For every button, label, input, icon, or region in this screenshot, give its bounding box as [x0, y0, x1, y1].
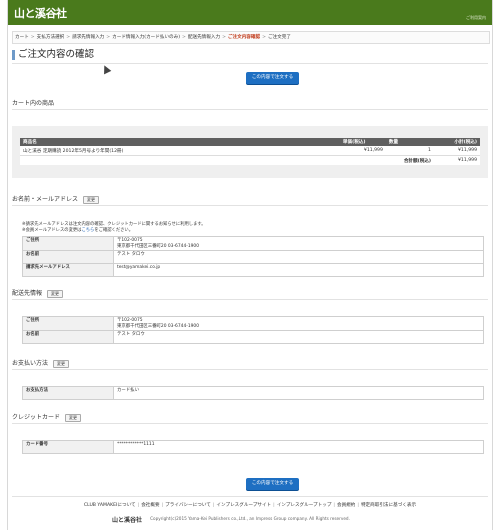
delivery-name-label: お名前 [22, 330, 114, 345]
divider [12, 369, 488, 370]
address-value: 〒102-0075 東京都千代田区三番町20 03-6744-1900 [113, 235, 484, 252]
name-email-title-text: お名前・メールアドレス [12, 196, 79, 203]
table-row: ご住所 〒102-0075 東京都千代田区三番町20 03-6744-1900 [22, 235, 484, 252]
table-row: お名前 テスト タロウ [22, 330, 484, 345]
page-title: ご注文内容の確認 [12, 50, 94, 60]
breadcrumb-step: 請求先情報入力 [72, 35, 105, 40]
delivery-table: ご住所 〒102-0075 東京都千代田区三番町20 03-6744-1900 お… [22, 315, 484, 345]
footer-link[interactable]: 会員規約 [337, 503, 355, 508]
divider [12, 63, 488, 64]
total-label: 合計額(税込) [385, 155, 434, 165]
credit-table: カード番号 ************1111 [22, 440, 484, 454]
delivery-title-text: 配送先情報 [12, 290, 43, 297]
payment-method-label: お支払方法 [22, 386, 114, 400]
delivery-address-value: 〒102-0075 東京都千代田区三番町20 03-6744-1900 [113, 315, 484, 332]
footer-link[interactable]: 会社概要 [141, 503, 159, 508]
site-logo[interactable]: 山と溪谷社 [14, 5, 67, 21]
change-delivery-button[interactable]: 変更 [47, 289, 64, 298]
cell-product: 山と溪谷 定期購読 2012年5月号より年間(12冊) [20, 146, 340, 156]
cart-table: 商品名 単価(税込) 数量 小計(税込) 山と溪谷 定期購読 2012年5月号よ… [20, 138, 480, 165]
page-frame: 山と溪谷社 ご利用案内 カート > 支払方法選択 > 請求先情報入力 > カード情報入力(カ… [7, 0, 493, 530]
divider [12, 109, 488, 110]
mouse-cursor-icon [100, 63, 112, 75]
confirm-order-button-top[interactable]: この内容で注文する [246, 72, 299, 84]
cart-section-title: カート内の商品 [12, 100, 55, 107]
note-line-2: ※会員メールアドレスの変更はこちらをご確認ください。 [22, 228, 134, 233]
copyright: Copyright(c)2015 Yama-Kei Publishers co.… [150, 516, 350, 521]
total-value: ¥11,999 [433, 155, 480, 165]
help-link[interactable]: ご利用案内 [466, 15, 486, 21]
table-row: ご住所 〒102-0075 東京都千代田区三番町20 03-6744-1900 [22, 315, 484, 332]
confirm-order-button-bottom[interactable]: この内容で注文する [246, 478, 299, 490]
footer-link[interactable]: プライバシーについて [165, 503, 211, 508]
footer-link[interactable]: インプレスグループトップ [277, 503, 332, 508]
payment-section-title: お支払い方法 変更 [12, 358, 70, 368]
cell-qty: 1 [385, 146, 434, 156]
delivery-name-value: テスト タロウ [113, 330, 484, 345]
payment-title-text: お支払い方法 [12, 360, 49, 367]
footer-link[interactable]: 特定商取引法に基づく表示 [361, 503, 416, 508]
card-number-value: ************1111 [113, 440, 484, 454]
change-credit-button[interactable]: 変更 [65, 413, 82, 422]
divider [12, 299, 488, 300]
footer-link[interactable]: インプレスグループサイト [216, 503, 271, 508]
footer-link[interactable]: CLUB YAMAKEIについて [84, 503, 136, 508]
footer-links: CLUB YAMAKEIについて | 会社概要 | プライバシーについて | インプレスグル… [8, 502, 492, 508]
col-header-unit-price: 単価(税込) [339, 138, 386, 146]
name-label: お名前 [22, 250, 114, 265]
col-header-qty: 数量 [385, 138, 434, 146]
col-header-subtotal: 小計(税込) [433, 138, 480, 146]
email-label: 請求先メールアドレス [22, 263, 114, 278]
email-value: test@yamakei.co.jp [113, 263, 484, 278]
card-number-label: カード番号 [22, 440, 114, 454]
payment-method-value: カード払い [113, 386, 484, 400]
table-row: 山と溪谷 定期購読 2012年5月号より年間(12冊) ¥11,999 1 ¥1… [20, 146, 480, 156]
table-row: お支払方法 カード払い [22, 386, 484, 400]
col-header-product: 商品名 [20, 138, 340, 146]
delivery-address-label: ご住所 [22, 315, 114, 332]
credit-title-text: クレジットカード [12, 414, 61, 421]
breadcrumb: カート > 支払方法選択 > 請求先情報入力 > カード情報入力(カード払いのみ) > 配送先情… [12, 31, 490, 44]
divider [12, 423, 488, 424]
divider [12, 205, 488, 206]
delivery-section-title: 配送先情報 変更 [12, 288, 64, 298]
credit-section-title: クレジットカード 変更 [12, 412, 82, 422]
payment-table: お支払方法 カード払い [22, 386, 484, 400]
breadcrumb-step: 配送先情報入力 [187, 35, 221, 40]
table-row: 請求先メールアドレス test@yamakei.co.jp [22, 263, 484, 278]
table-row: カード番号 ************1111 [22, 440, 484, 454]
cell-unit-price: ¥11,999 [339, 146, 386, 156]
breadcrumb-step: カート [15, 35, 29, 40]
name-email-section-title: お名前・メールアドレス 変更 [12, 194, 100, 204]
address-label: ご住所 [22, 235, 114, 252]
change-name-email-button[interactable]: 変更 [83, 195, 100, 204]
breadcrumb-step: ご注文完了 [267, 35, 291, 40]
breadcrumb-step: カード情報入力(カード払いのみ) [112, 35, 181, 40]
name-value: テスト タロウ [113, 250, 484, 265]
cell-subtotal: ¥11,999 [433, 146, 480, 156]
header-bar: 山と溪谷社 ご利用案内 [8, 0, 492, 25]
table-row: お名前 テスト タロウ [22, 250, 484, 265]
member-email-change-link[interactable]: こちら [81, 228, 94, 233]
total-row: 合計額(税込) ¥11,999 [20, 155, 480, 165]
breadcrumb-step: 支払方法選択 [36, 35, 65, 40]
footer-divider [12, 496, 488, 497]
change-payment-button[interactable]: 変更 [53, 359, 70, 368]
name-email-table: ご住所 〒102-0075 東京都千代田区三番町20 03-6744-1900 お… [22, 235, 484, 278]
breadcrumb-step: ご注文内容確認 [227, 35, 261, 40]
email-note: ※請求先メールアドレスは注文内容の確認、クレジットカードに関するお知らせに利用し… [22, 222, 206, 234]
